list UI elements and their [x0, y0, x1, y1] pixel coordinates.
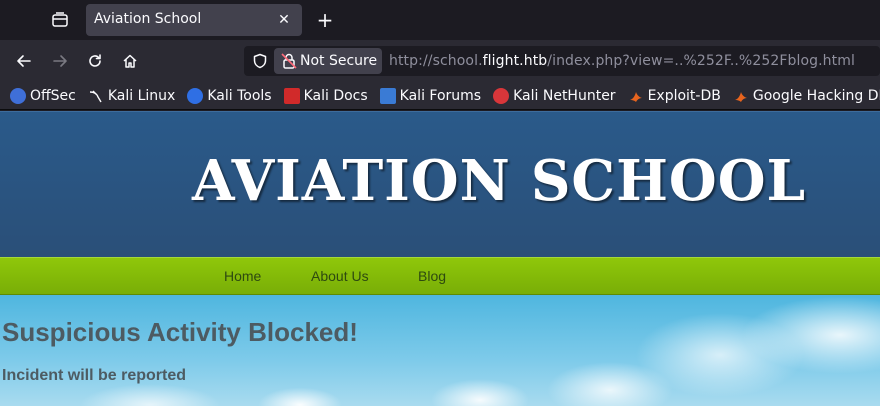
bookmark-kali-tools[interactable]: Kali Tools [187, 84, 272, 108]
bookmark-kali-docs[interactable]: Kali Docs [283, 84, 368, 108]
browser-tab[interactable]: Aviation School ✕ [86, 4, 302, 36]
bookmark-label: Kali NetHunter [513, 87, 616, 104]
new-tab-icon[interactable]: + [313, 8, 337, 32]
tab-title: Aviation School [94, 11, 202, 27]
bookmark-kali-forums[interactable]: Kali Forums [379, 84, 482, 108]
url-bar[interactable]: Not Secure http://school.flight.htb/inde… [244, 46, 880, 76]
bookmark-label: Exploit-DB [647, 87, 721, 104]
site-header: AVIATION SCHOOL [0, 111, 880, 257]
url-prefix: http://school. [389, 53, 483, 69]
kali-nethunter-icon [493, 87, 510, 104]
navigation-bar: Not Secure http://school.flight.htb/inde… [0, 40, 880, 82]
bookmarks-toolbar: OffSec Kali Linux Kali Tools Kali Docs K… [0, 82, 880, 110]
ghdb-icon [733, 88, 749, 104]
menu-about-us-link[interactable]: About Us [311, 268, 369, 284]
url-text[interactable]: http://school.flight.htb/index.php?view=… [389, 53, 855, 69]
page-viewport: AVIATION SCHOOL Home About Us Blog Suspi… [0, 111, 880, 406]
not-secure-label: Not Secure [300, 53, 378, 69]
bookmark-label: Kali Tools [207, 87, 272, 104]
menu-home-link[interactable]: Home [224, 268, 261, 284]
bookmark-label: Kali Linux [107, 87, 176, 104]
kali-dragon-icon [88, 88, 104, 104]
forward-icon[interactable] [48, 49, 72, 73]
bookmark-kali-nethunter[interactable]: Kali NetHunter [493, 84, 616, 108]
kali-tools-icon [187, 87, 204, 104]
site-title: AVIATION SCHOOL [192, 148, 807, 214]
bookmark-label: Google Hacking DB [752, 87, 880, 104]
not-secure-indicator[interactable]: Not Secure [274, 48, 382, 74]
bookmark-label: Kali Forums [399, 87, 482, 104]
blocked-message-title: Suspicious Activity Blocked! [2, 317, 358, 347]
url-domain: flight.htb [482, 53, 548, 69]
url-suffix: /index.php?view=..%252F..%252Fblog.html [547, 53, 855, 69]
shield-icon[interactable] [250, 51, 270, 71]
sky-background: Suspicious Activity Blocked! Incident wi… [0, 295, 880, 406]
bookmark-kali-linux[interactable]: Kali Linux [88, 84, 175, 108]
home-icon[interactable] [118, 49, 142, 73]
insecure-lock-icon [280, 52, 298, 70]
bookmark-offsec[interactable]: OffSec [10, 84, 76, 108]
bookmark-label: Kali Docs [303, 87, 368, 104]
bookmark-label: OffSec [30, 87, 76, 104]
tab-strip: Aviation School ✕ + [0, 0, 880, 40]
bookmark-exploit-db[interactable]: Exploit-DB [628, 84, 721, 108]
reload-icon[interactable] [83, 49, 107, 73]
kali-docs-icon [283, 87, 300, 104]
tab-overview-icon[interactable] [48, 9, 72, 31]
close-icon[interactable]: ✕ [274, 10, 294, 30]
kali-forums-icon [379, 87, 396, 104]
site-menu: Home About Us Blog [0, 257, 880, 295]
exploit-db-icon [628, 88, 644, 104]
back-icon[interactable] [12, 49, 36, 73]
blocked-message-subtitle: Incident will be reported [2, 367, 187, 384]
bookmark-google-hacking-db[interactable]: Google Hacking DB [733, 84, 880, 108]
offsec-icon [10, 87, 26, 104]
menu-blog-link[interactable]: Blog [418, 268, 446, 284]
